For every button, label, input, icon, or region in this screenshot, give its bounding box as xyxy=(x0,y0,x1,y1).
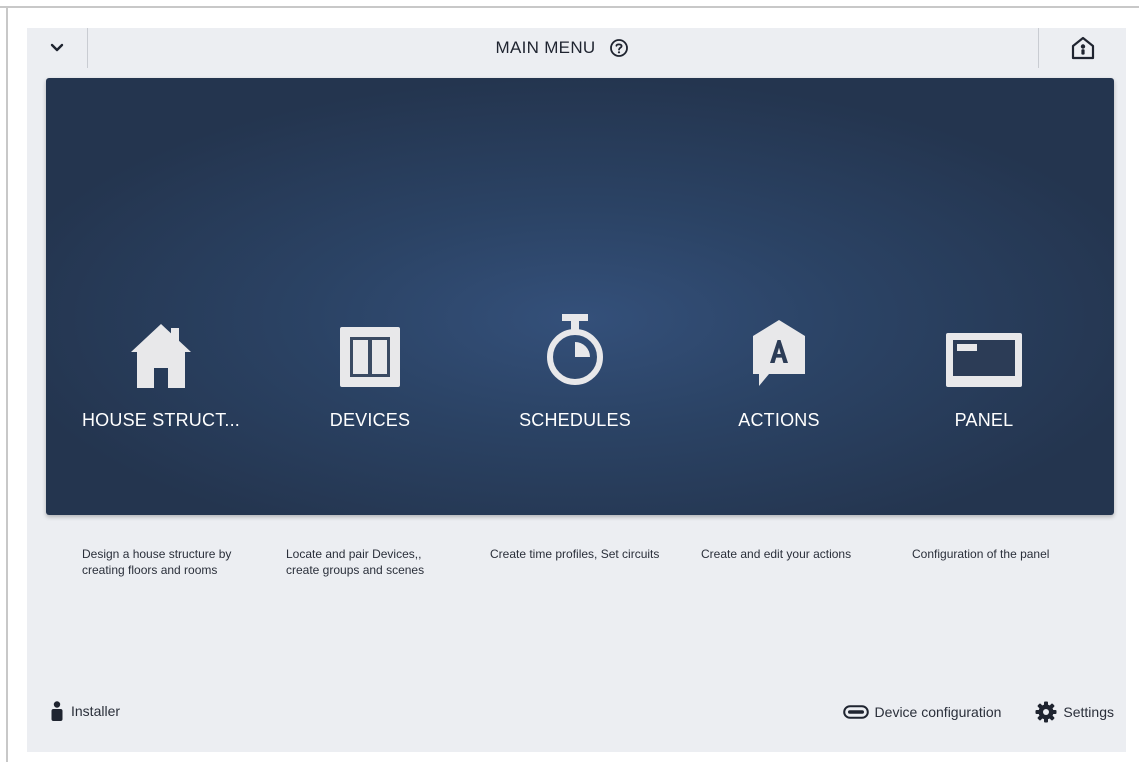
frame-top-border xyxy=(0,6,1139,8)
page-title-area: MAIN MENU xyxy=(87,28,1038,68)
tile-description-house-structure: Design a house structure by creating flo… xyxy=(82,547,232,577)
tile-label: ACTIONS xyxy=(738,410,820,430)
tile-label: PANEL xyxy=(954,410,1014,430)
home-info-icon xyxy=(1071,36,1094,60)
collapse-button[interactable] xyxy=(27,28,88,68)
user-icon xyxy=(51,701,63,721)
device-configuration-label: Device configuration xyxy=(874,704,1002,720)
tile-icon-box xyxy=(934,308,1034,388)
tile-icon-box xyxy=(729,308,829,388)
chevron-down-icon xyxy=(50,43,64,52)
device-config-icon xyxy=(842,705,869,719)
tile-description-schedules: Create time profiles, Set circuits xyxy=(490,547,660,561)
tile-description-panel: Configuration of the panel xyxy=(912,547,1050,561)
tile-icon-box xyxy=(111,308,211,388)
settings-label: Settings xyxy=(1063,704,1114,720)
tile-actions[interactable]: ACTIONS xyxy=(679,308,879,438)
settings-button[interactable]: Settings xyxy=(1035,701,1114,723)
main-menu-panel: HOUSE STRUCT... DEVICES SCHEDULES ACTION… xyxy=(46,78,1114,515)
house-icon xyxy=(131,324,191,388)
tile-label: HOUSE STRUCT... xyxy=(81,410,240,430)
tile-schedules[interactable]: SCHEDULES xyxy=(475,308,675,438)
user-label: Installer xyxy=(71,703,121,719)
tile-description-actions: Create and edit your actions xyxy=(701,547,852,561)
tile-label: SCHEDULES xyxy=(519,410,631,430)
top-bar: MAIN MENU xyxy=(27,28,1126,68)
home-button[interactable] xyxy=(1038,28,1126,68)
window-frame: MAIN MENU HOUSE STRUCT... DEVICES SCHEDU… xyxy=(0,0,1139,762)
page-title: MAIN MENU xyxy=(495,38,596,57)
gear-icon xyxy=(1035,701,1057,723)
stopwatch-icon xyxy=(547,314,603,385)
tile-panel[interactable]: PANEL xyxy=(884,308,1084,438)
tile-devices[interactable]: DEVICES xyxy=(270,308,470,438)
tile-icon-box xyxy=(320,308,420,388)
help-button[interactable] xyxy=(609,38,629,58)
panel-icon xyxy=(946,333,1022,387)
tile-icon-box xyxy=(525,308,625,388)
action-tag-icon xyxy=(753,320,805,386)
tile-label: DEVICES xyxy=(329,410,411,430)
device-configuration-button[interactable]: Device configuration xyxy=(842,704,1002,720)
user-button[interactable]: Installer xyxy=(51,701,120,721)
device-switch-icon xyxy=(340,327,400,387)
tile-house-structure[interactable]: HOUSE STRUCT... xyxy=(61,308,261,438)
footer-actions: Device configuration Settings xyxy=(842,701,1114,723)
help-icon xyxy=(610,39,629,57)
tile-description-devices: Locate and pair Devices,, create groups … xyxy=(286,547,425,577)
frame-left-border xyxy=(6,6,8,762)
main-menu-app: MAIN MENU HOUSE STRUCT... DEVICES SCHEDU… xyxy=(27,28,1126,752)
